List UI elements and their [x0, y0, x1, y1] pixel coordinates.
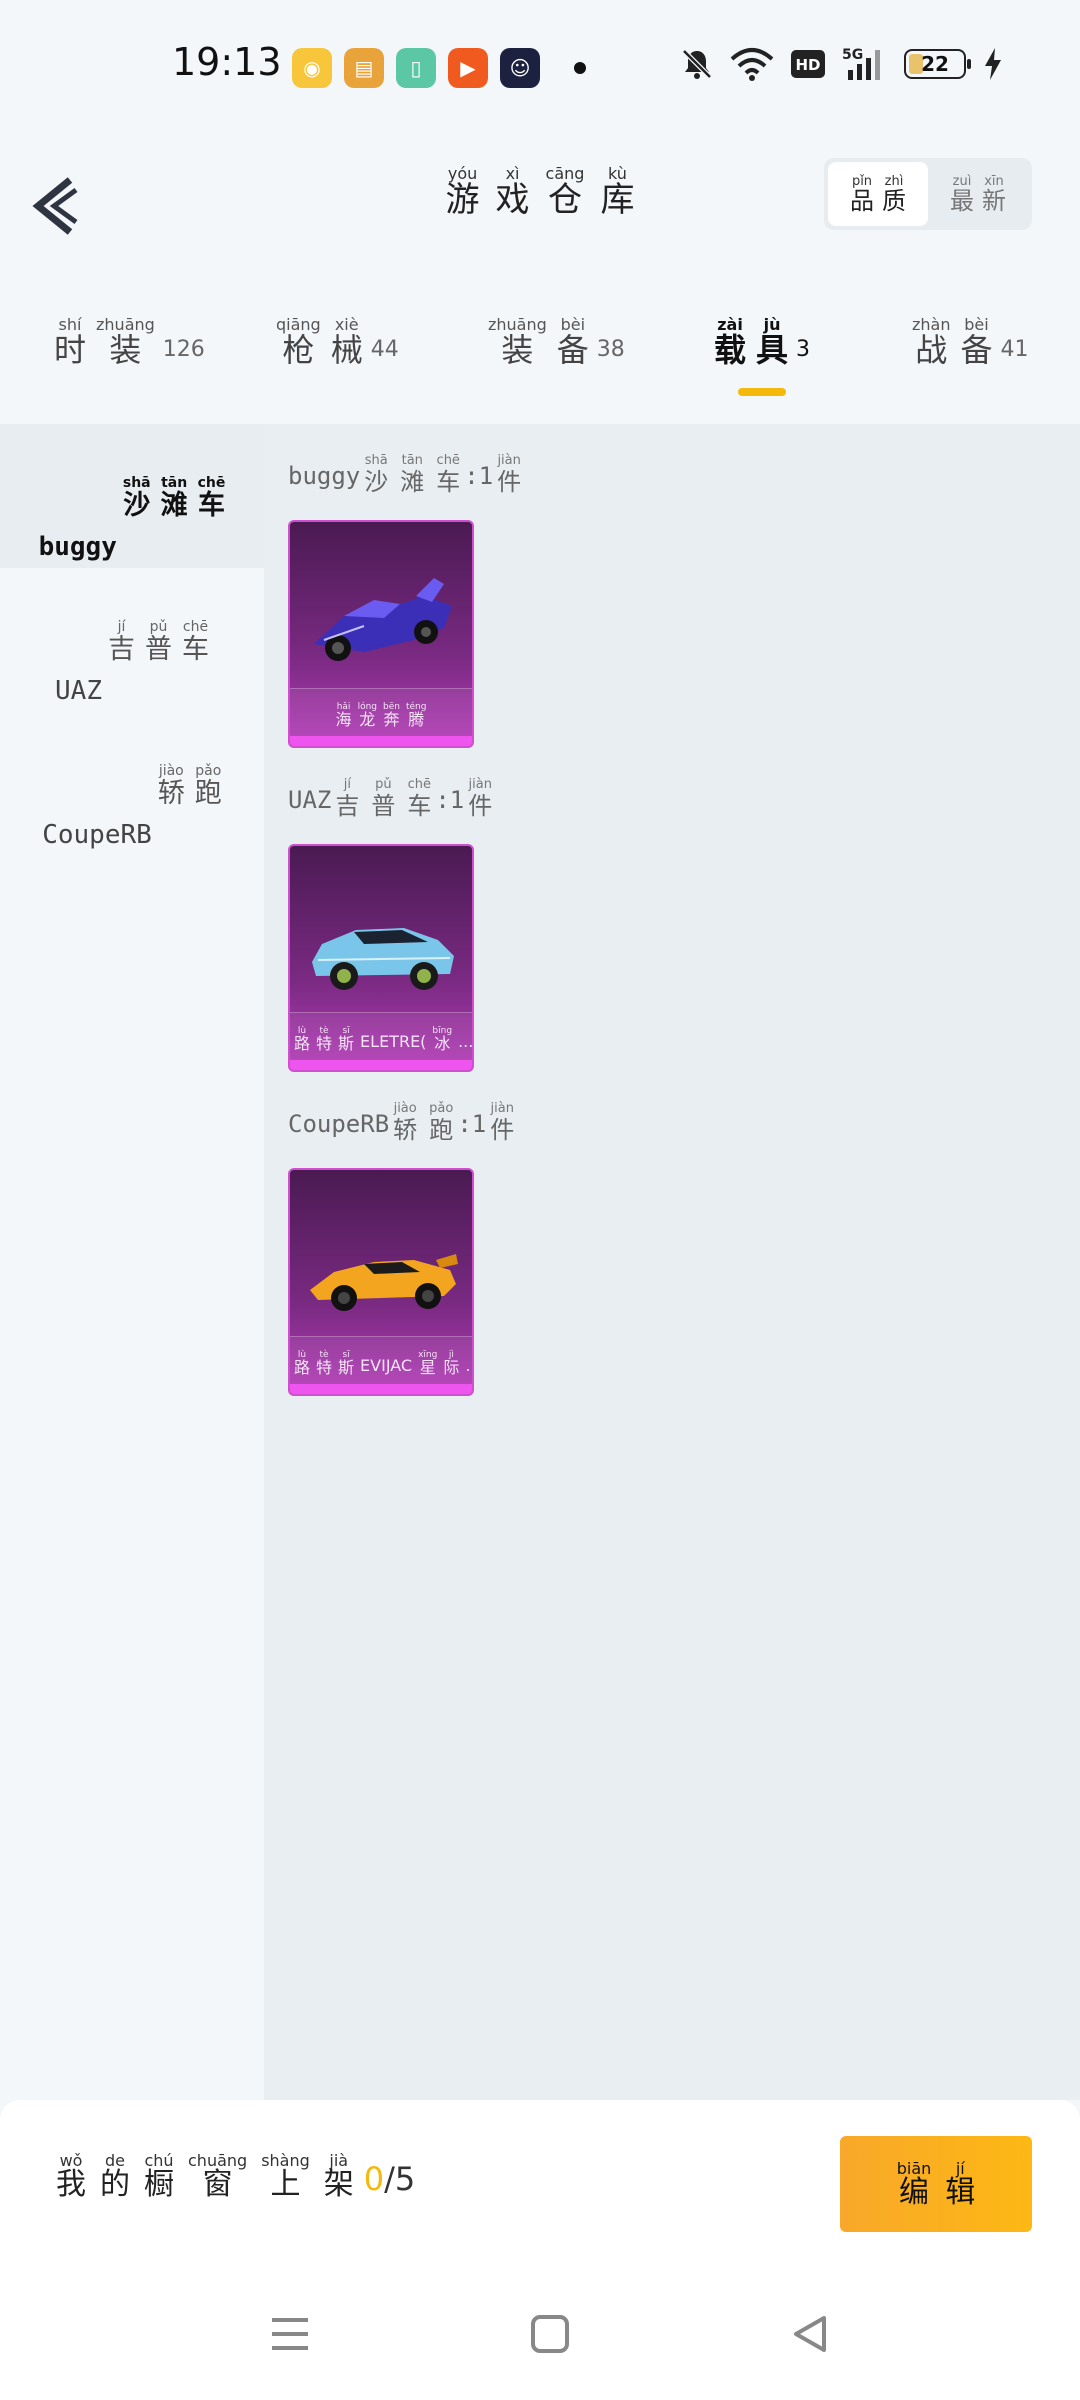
charging-icon	[985, 48, 1001, 80]
tab-count: 3	[796, 337, 811, 362]
reader-app-icon: ▯	[396, 48, 436, 88]
svg-text:5G: 5G	[842, 47, 863, 63]
section-header-uaz: UAZ jí 吉 pǔ 普 chē 车 :1 jiàn 件	[288, 777, 493, 820]
status-right-group: HD 5G 22	[680, 46, 1004, 82]
tab-fashion[interactable]: shí 时 zhuāng 装 126	[54, 316, 205, 367]
buggy-vehicle-image	[314, 578, 452, 661]
system-nav-bar	[0, 2268, 1080, 2400]
menu-icon	[272, 2318, 308, 2350]
weibo-app-icon: ◉	[292, 48, 332, 88]
sort-toggle: pǐn 品 zhì 质 zuì 最 xīn 新	[824, 158, 1032, 230]
battery-indicator: 22	[904, 49, 971, 79]
signal-5g-icon: 5G	[842, 47, 880, 80]
vehicle-card[interactable]: hǎi 海 lóng 龙 bēn 奔 téng 腾	[288, 520, 474, 748]
status-time: 19:13	[172, 40, 282, 84]
tab-vehicles[interactable]: zài 载 jù 具 3	[714, 316, 811, 367]
sports-car-vehicle-image	[310, 1254, 458, 1311]
active-tab-indicator	[738, 388, 786, 396]
video-app-icon: ▶	[448, 48, 488, 88]
tab-count: 44	[370, 337, 399, 362]
sidebar-item-buggy[interactable]: buggy shā 沙 tān 滩 chē 车	[0, 424, 264, 568]
assistant-app-icon: ☺	[500, 48, 540, 88]
sort-by-quality-button[interactable]: pǐn 品 zhì 质	[828, 162, 928, 226]
nav-home-button[interactable]	[520, 2306, 580, 2362]
wifi-icon	[730, 48, 774, 81]
sort-by-latest-button[interactable]: zuì 最 xīn 新	[928, 162, 1028, 226]
vehicle-card[interactable]: lù路 tè特 sī斯 EVIJAC xīng星 jì际 ...	[288, 1168, 474, 1396]
sidebar-item-uaz[interactable]: UAZ jí 吉 pǔ 普 chē 车	[0, 568, 264, 712]
vehicle-card-name: hǎi 海 lóng 龙 bēn 奔 téng 腾	[335, 702, 427, 728]
header: yóu 游 xì 戏 cāng 仓 kù 库 pǐn 品 zhì 质 zuì 最 xīn 新	[0, 136, 1080, 256]
page-title-text: yóu 游 xì 戏 cāng 仓 kù 库	[445, 164, 635, 220]
back-triangle-icon	[794, 2316, 826, 2352]
status-bar: 19:13 ◉ ▤ ▯ ▶ ☺ HD 5G 22	[0, 0, 1080, 136]
bell-muted-icon	[682, 49, 712, 79]
vehicle-type-sidebar: buggy shā 沙 tān 滩 chē 车 UAZ jí 吉 pǔ 普 chē 车 Co…	[0, 424, 264, 2100]
vehicle-card-name: lù 路 tè 特 sī 斯 ELETRE( bīng 冰 ...	[294, 1026, 472, 1052]
vehicle-card[interactable]: lù 路 tè 特 sī 斯 ELETRE( bīng 冰 ...	[288, 844, 474, 1072]
vehicle-card-name: lù路 tè特 sī斯 EVIJAC xīng星 jì际 ...	[294, 1350, 472, 1376]
suv-vehicle-image	[312, 928, 454, 990]
vehicle-list: buggy shā 沙 tān 滩 chē 车 :1 jiàn 件 hǎi 海 lóng 龙…	[264, 424, 1080, 2100]
notification-app-icons: ◉ ▤ ▯ ▶ ☺	[292, 48, 540, 88]
tab-count: 126	[162, 337, 205, 362]
card-rarity-strip	[290, 736, 472, 746]
card-rarity-strip	[290, 1384, 472, 1394]
sidebar-item-coupe[interactable]: CoupeRB jiào 轿 pǎo 跑	[0, 712, 264, 856]
more-notifications-dot	[574, 62, 586, 74]
edit-button[interactable]: biān 编 jí 辑	[840, 2136, 1032, 2232]
hd-icon: HD	[791, 50, 825, 78]
home-icon	[531, 2315, 569, 2353]
showcase-count: 0/5	[363, 2160, 416, 2198]
tab-count: 38	[596, 337, 625, 362]
game-app-icon: ▤	[344, 48, 384, 88]
tab-equipment[interactable]: zhuāng 装 bèi 备 38	[488, 316, 625, 367]
card-rarity-strip	[290, 1060, 472, 1070]
svg-text:HD: HD	[795, 56, 820, 74]
showcase-bar: wǒ 我 de 的 chú 橱 chuāng 窗 shàng 上 jià 架 0/5 biā…	[0, 2100, 1080, 2268]
nav-back-button[interactable]	[780, 2306, 840, 2362]
section-header-buggy: buggy shā 沙 tān 滩 chē 车 :1 jiàn 件	[288, 453, 522, 496]
section-header-coupe: CoupeRB jiào 轿 pǎo 跑 :1 jiàn 件	[288, 1101, 515, 1144]
tab-count: 41	[1000, 337, 1029, 362]
tab-battle-gear[interactable]: zhàn 战 bèi 备 41	[912, 316, 1029, 367]
tab-firearms[interactable]: qiāng 枪 xiè 械 44	[276, 316, 399, 367]
nav-menu-button[interactable]	[260, 2306, 320, 2362]
showcase-label: wǒ 我 de 的 chú 橱 chuāng 窗 shàng 上 jià 架 0/5	[56, 2151, 416, 2202]
category-tabs: shí 时 zhuāng 装 126 qiāng 枪 xiè 械 44 zhuāng 装 …	[0, 300, 1080, 420]
